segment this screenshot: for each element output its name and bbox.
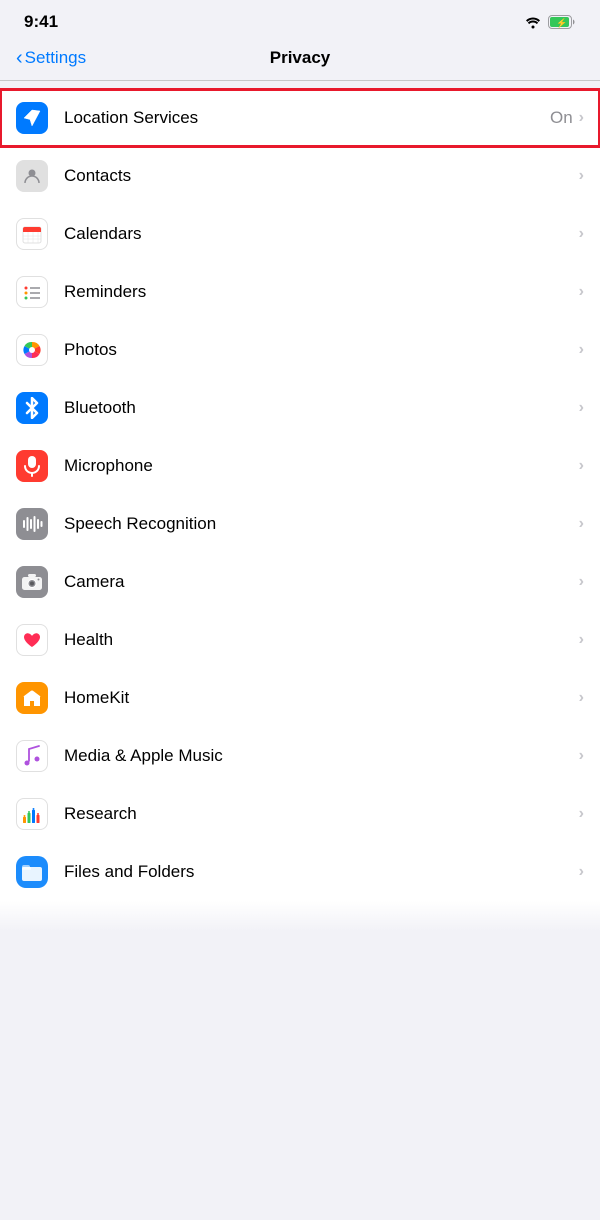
settings-item-health[interactable]: Health ›: [0, 611, 600, 669]
photos-icon: [16, 334, 48, 366]
location-services-chevron: ›: [579, 109, 584, 127]
files-and-folders-label: Files and Folders: [64, 862, 579, 882]
homekit-chevron: ›: [579, 689, 584, 707]
settings-item-contacts[interactable]: Contacts ›: [0, 147, 600, 205]
contacts-icon: [16, 160, 48, 192]
location-services-label: Location Services: [64, 108, 550, 128]
microphone-chevron: ›: [579, 457, 584, 475]
homekit-icon: [16, 682, 48, 714]
settings-item-files-and-folders[interactable]: Files and Folders ›: [0, 843, 600, 901]
bluetooth-label: Bluetooth: [64, 398, 579, 418]
research-chevron: ›: [579, 805, 584, 823]
section-spacer: [0, 81, 600, 89]
settings-item-reminders[interactable]: Reminders ›: [0, 263, 600, 321]
health-chevron: ›: [579, 631, 584, 649]
contacts-label: Contacts: [64, 166, 579, 186]
camera-label: Camera: [64, 572, 579, 592]
bottom-fade: [0, 901, 600, 931]
photos-label: Photos: [64, 340, 579, 360]
homekit-label: HomeKit: [64, 688, 579, 708]
speech-recognition-label: Speech Recognition: [64, 514, 579, 534]
location-services-value: On: [550, 108, 573, 128]
calendars-label: Calendars: [64, 224, 579, 244]
status-time: 9:41: [24, 12, 58, 32]
speech-recognition-icon: [16, 508, 48, 540]
back-button[interactable]: ‹ Settings: [16, 47, 86, 70]
reminders-label: Reminders: [64, 282, 579, 302]
status-bar: 9:41 ⚡: [0, 0, 600, 40]
location-services-icon: [16, 102, 48, 134]
page-title: Privacy: [270, 48, 331, 68]
settings-item-media-apple-music[interactable]: Media & Apple Music ›: [0, 727, 600, 785]
calendars-icon: [16, 218, 48, 250]
reminders-chevron: ›: [579, 283, 584, 301]
settings-item-microphone[interactable]: Microphone ›: [0, 437, 600, 495]
camera-chevron: ›: [579, 573, 584, 591]
wifi-icon: [524, 16, 542, 29]
settings-item-speech-recognition[interactable]: Speech Recognition ›: [0, 495, 600, 553]
files-and-folders-chevron: ›: [579, 863, 584, 881]
svg-text:⚡: ⚡: [556, 17, 567, 29]
status-icons: ⚡: [524, 15, 576, 29]
settings-item-bluetooth[interactable]: Bluetooth ›: [0, 379, 600, 437]
research-icon: [16, 798, 48, 830]
settings-list: Location Services On › Contacts ›: [0, 89, 600, 901]
media-apple-music-chevron: ›: [579, 747, 584, 765]
settings-item-homekit[interactable]: HomeKit ›: [0, 669, 600, 727]
battery-icon: ⚡: [548, 15, 576, 29]
settings-item-camera[interactable]: Camera ›: [0, 553, 600, 611]
health-icon: [16, 624, 48, 656]
research-label: Research: [64, 804, 579, 824]
settings-item-location-services[interactable]: Location Services On ›: [0, 89, 600, 147]
microphone-icon: [16, 450, 48, 482]
bluetooth-icon: [16, 392, 48, 424]
settings-item-research[interactable]: Research ›: [0, 785, 600, 843]
back-label: Settings: [25, 48, 86, 68]
speech-recognition-chevron: ›: [579, 515, 584, 533]
health-label: Health: [64, 630, 579, 650]
nav-bar: ‹ Settings Privacy: [0, 40, 600, 80]
settings-item-calendars[interactable]: Calendars ›: [0, 205, 600, 263]
media-apple-music-icon: [16, 740, 48, 772]
microphone-label: Microphone: [64, 456, 579, 476]
media-apple-music-label: Media & Apple Music: [64, 746, 579, 766]
photos-chevron: ›: [579, 341, 584, 359]
calendars-chevron: ›: [579, 225, 584, 243]
reminders-icon: [16, 276, 48, 308]
bluetooth-chevron: ›: [579, 399, 584, 417]
contacts-chevron: ›: [579, 167, 584, 185]
settings-item-photos[interactable]: Photos ›: [0, 321, 600, 379]
camera-icon: [16, 566, 48, 598]
files-and-folders-icon: [16, 856, 48, 888]
back-chevron-icon: ‹: [16, 47, 23, 70]
